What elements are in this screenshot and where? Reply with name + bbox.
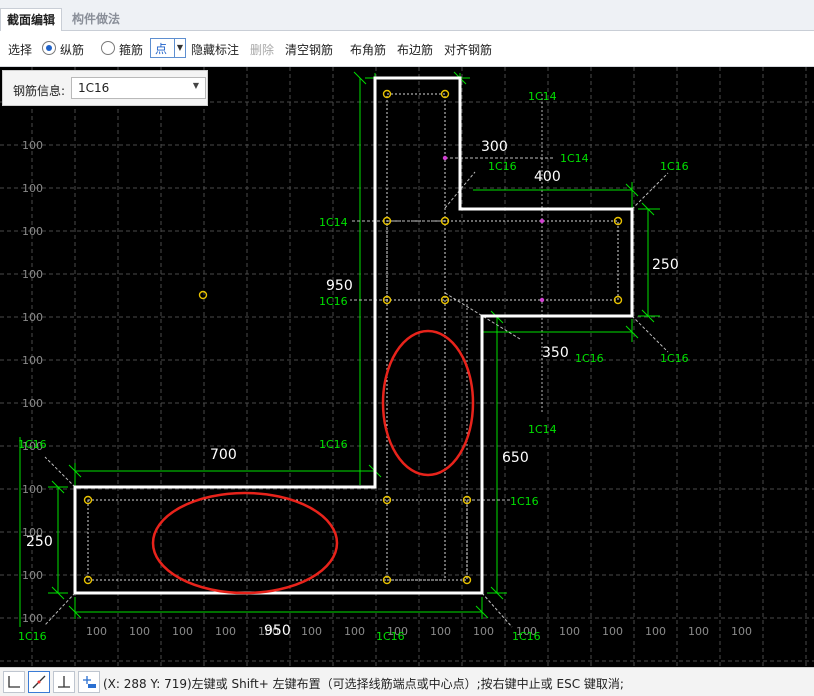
longitudinal-label[interactable]: 纵筋 bbox=[60, 41, 84, 58]
grid-label-bottom: 100 bbox=[430, 625, 451, 638]
orthogonal-icon[interactable] bbox=[3, 671, 25, 693]
grid-label-bottom: 100 bbox=[688, 625, 709, 638]
clear-rebar-button[interactable]: 清空钢筋 bbox=[285, 41, 333, 58]
chevron-down-icon[interactable]: ▼ bbox=[193, 81, 199, 90]
corner-rebar-button[interactable]: 布角筋 bbox=[350, 41, 386, 58]
grid-label-bottom: 100 bbox=[344, 625, 365, 638]
chevron-down-icon[interactable]: ▼ bbox=[174, 39, 185, 57]
grid-label-left: 100 bbox=[22, 612, 43, 625]
grid-label-bottom: 100 bbox=[215, 625, 236, 638]
grid-label-left: 100 bbox=[22, 397, 43, 410]
mode-value: 点 bbox=[155, 42, 168, 56]
delete-button[interactable]: 删除 bbox=[250, 41, 274, 58]
rebar-point-center[interactable] bbox=[539, 297, 545, 303]
grid-label-bottom: 100 bbox=[602, 625, 623, 638]
select-button[interactable]: 选择 bbox=[8, 41, 32, 58]
dim-950-left: 950 bbox=[326, 278, 353, 294]
stirrup-radio[interactable] bbox=[101, 41, 115, 55]
status-coords: (X: 288 Y: 719) bbox=[103, 677, 192, 691]
toolbar: 选择 纵筋 箍筋 点 ▼ 隐藏标注 删除 清空钢筋 布角筋 布边筋 对齐钢筋 bbox=[0, 31, 814, 67]
rebar-point-center[interactable] bbox=[442, 155, 448, 161]
label-1c16-c: 1C16 bbox=[575, 352, 604, 365]
dim-250-left: 250 bbox=[26, 534, 53, 550]
grid-label-left: 100 bbox=[22, 268, 43, 281]
rebar-info-label: 钢筋信息: bbox=[13, 84, 66, 98]
label-1c16-j: 1C16 bbox=[512, 630, 541, 643]
label-1c16-d: 1C16 bbox=[660, 352, 689, 365]
dim-950-bottom: 950 bbox=[264, 623, 291, 639]
longitudinal-radio[interactable] bbox=[42, 41, 56, 55]
grid-label-bottom: 100 bbox=[645, 625, 666, 638]
tab-section-edit[interactable]: 截面编辑 bbox=[0, 8, 63, 32]
perpendicular-icon[interactable] bbox=[53, 671, 75, 693]
rebar-info-panel: 钢筋信息: 1C16 ▼ bbox=[2, 70, 208, 106]
label-1c16-left: 1C16 bbox=[319, 295, 348, 308]
label-1c14-bottom: 1C14 bbox=[528, 423, 557, 436]
mode-select[interactable]: 点 ▼ bbox=[150, 38, 186, 58]
edge-rebar-button[interactable]: 布边筋 bbox=[397, 41, 433, 58]
status-bar: (X: 288 Y: 719)左键或 Shift+ 左键布置（可选择线筋端点或中… bbox=[0, 667, 814, 696]
grid-label-bottom: 100 bbox=[559, 625, 580, 638]
label-1c14-left: 1C14 bbox=[319, 216, 348, 229]
rebar-info-value: 1C16 bbox=[78, 81, 110, 95]
grid-label-left: 100 bbox=[22, 182, 43, 195]
grid-label-bottom: 100 bbox=[473, 625, 494, 638]
dim-650: 650 bbox=[502, 450, 529, 466]
offset-icon[interactable] bbox=[78, 671, 100, 693]
rebar-point-center[interactable] bbox=[539, 218, 545, 224]
label-1c16-g: 1C16 bbox=[510, 495, 539, 508]
status-message: 左键或 Shift+ 左键布置（可选择线筋端点或中心点）;按右键中止或 ESC … bbox=[191, 677, 624, 691]
label-1c16-i: 1C16 bbox=[376, 630, 405, 643]
grid-label-left: 100 bbox=[22, 354, 43, 367]
align-rebar-button[interactable]: 对齐钢筋 bbox=[444, 41, 492, 58]
dim-300: 300 bbox=[481, 139, 508, 155]
rebar-labels: 1C14 1C14 1C16 1C16 1C14 1C16 1C16 1C16 … bbox=[18, 90, 689, 643]
grid-label-bottom: 100 bbox=[301, 625, 322, 638]
label-1c16-f: 1C16 bbox=[18, 438, 47, 451]
dim-350: 350 bbox=[542, 345, 569, 361]
dim-700: 700 bbox=[210, 447, 237, 463]
grid-label-left: 100 bbox=[22, 311, 43, 324]
hide-annotation-button[interactable]: 隐藏标注 bbox=[191, 41, 239, 58]
label-1c16-h: 1C16 bbox=[18, 630, 47, 643]
rebar-markers[interactable] bbox=[83, 89, 623, 585]
label-1c14-mid: 1C14 bbox=[560, 152, 589, 165]
grid-label-bottom: 100 bbox=[731, 625, 752, 638]
drawing-canvas[interactable]: 100 100 100 100 100 100 100 100 100 100 100 100 100 1… bbox=[0, 67, 814, 667]
grid-label-bottom: 100 bbox=[86, 625, 107, 638]
grid-label-left: 100 bbox=[22, 483, 43, 496]
dimension-values: 300 400 250 950 350 650 700 250 950 bbox=[26, 139, 679, 639]
grid-label-left: 100 bbox=[22, 139, 43, 152]
leader-lines bbox=[44, 157, 669, 628]
tab-bar: 截面编辑 构件做法 bbox=[0, 0, 814, 32]
label-1c16-e: 1C16 bbox=[319, 438, 348, 451]
highlight-ellipse-horizontal bbox=[151, 491, 339, 595]
stirrup-label[interactable]: 箍筋 bbox=[119, 41, 143, 58]
grid-label-bottom: 100 bbox=[129, 625, 150, 638]
grid-label-left: 100 bbox=[22, 569, 43, 582]
section-drawing[interactable]: 100100100100100100100100100100100100100 1… bbox=[0, 67, 814, 667]
status-text: (X: 288 Y: 719)左键或 Shift+ 左键布置（可选择线筋端点或中… bbox=[103, 675, 624, 692]
grid bbox=[0, 67, 814, 667]
rebar-point[interactable] bbox=[198, 290, 208, 300]
tab-component-method[interactable]: 构件做法 bbox=[66, 8, 126, 31]
rebar-info-select[interactable]: 1C16 ▼ bbox=[71, 77, 206, 99]
dim-400: 400 bbox=[534, 169, 561, 185]
diagonal-snap-icon[interactable] bbox=[28, 671, 50, 693]
grid-label-bottom: 100 bbox=[172, 625, 193, 638]
dim-250-right: 250 bbox=[652, 257, 679, 273]
label-1c16-a: 1C16 bbox=[488, 160, 517, 173]
grid-label-left: 100 bbox=[22, 225, 43, 238]
label-1c14-top: 1C14 bbox=[528, 90, 557, 103]
label-1c16-b: 1C16 bbox=[660, 160, 689, 173]
